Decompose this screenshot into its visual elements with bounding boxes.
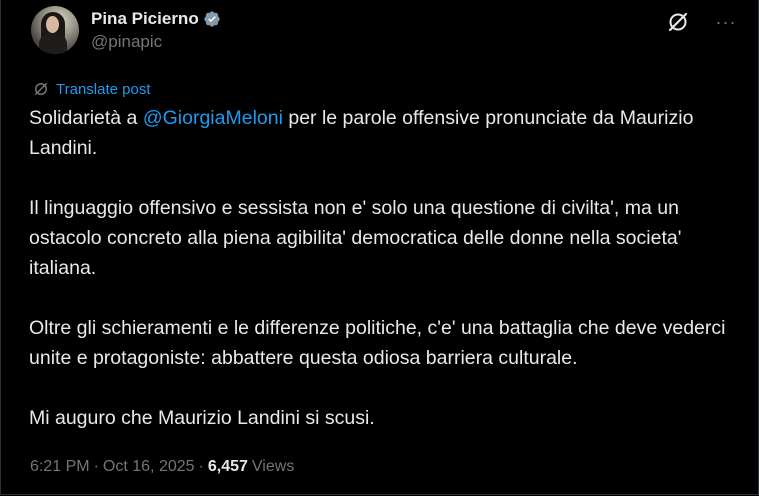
post-time[interactable]: 6:21 PM — [30, 458, 90, 476]
post-text: Solidarietà a @GiorgiaMeloni per le paro… — [29, 103, 739, 463]
translate-icon — [35, 83, 47, 95]
post-paragraph-3: Oltre gli schieramenti e le differenze p… — [29, 317, 726, 369]
avatar[interactable] — [31, 6, 79, 54]
avatar-body — [39, 34, 67, 54]
verified-badge-icon[interactable] — [203, 10, 221, 28]
more-horizontal-icon[interactable]: ··· — [714, 10, 738, 34]
post-paragraph-1: Solidarietà a @GiorgiaMeloni per le paro… — [29, 103, 739, 163]
meta-separator: · — [198, 458, 204, 475]
author-handle[interactable]: @pinapic — [91, 32, 221, 52]
post-paragraph-1-start: Solidarietà a — [29, 107, 143, 129]
author-display-name[interactable]: Pina Picierno — [91, 9, 199, 29]
grok-icon[interactable] — [666, 10, 690, 34]
post-header: Pina Picierno @pinapic ··· — [31, 6, 738, 56]
author-block: Pina Picierno @pinapic — [91, 8, 221, 52]
post-date[interactable]: Oct 16, 2025 — [103, 458, 195, 476]
translate-post[interactable]: Translate post — [32, 79, 151, 99]
translate-post-link[interactable]: Translate post — [56, 81, 151, 98]
views-count[interactable]: 6,457 — [208, 458, 248, 476]
post-paragraph-4: Mi auguro che Maurizio Landini si scusi. — [29, 407, 375, 429]
meta-separator: · — [93, 458, 99, 475]
post-container: Pina Picierno @pinapic ··· Translate pos… — [0, 0, 759, 495]
name-row: Pina Picierno — [91, 8, 221, 30]
post-meta: 6:21 PM · Oct 16, 2025 · 6,457 Views — [30, 455, 294, 479]
mention-link[interactable]: @GiorgiaMeloni — [143, 107, 283, 129]
views-label: Views — [251, 458, 295, 475]
avatar-face — [46, 16, 59, 33]
post-paragraph-2: Il linguaggio offensivo e sessista non e… — [29, 197, 682, 279]
